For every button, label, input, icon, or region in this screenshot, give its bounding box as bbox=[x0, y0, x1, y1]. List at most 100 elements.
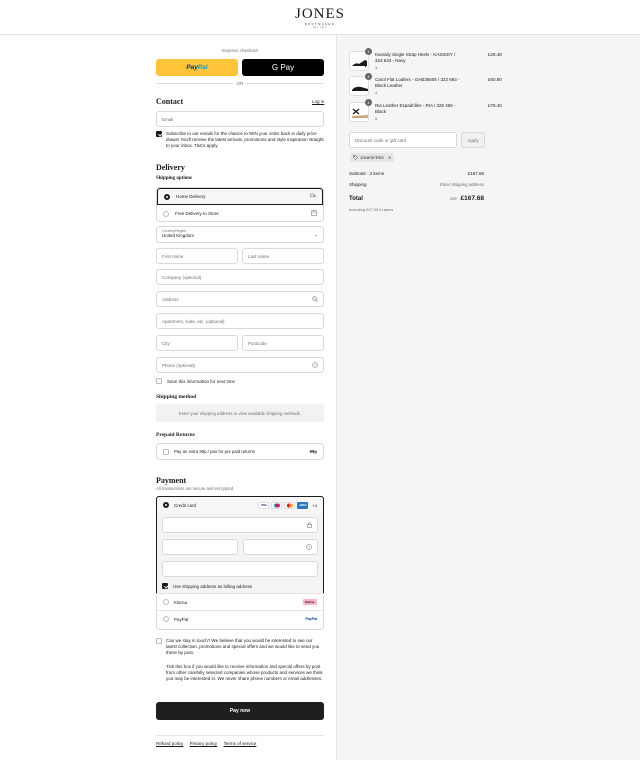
prepaid-returns-price: 99p bbox=[309, 449, 317, 454]
privacy-policy-link[interactable]: Privacy policy bbox=[190, 741, 218, 746]
first-name-field[interactable]: First name bbox=[156, 248, 238, 264]
billing-same-row: Use shipping address as billing address bbox=[162, 583, 252, 589]
product-size: 3 bbox=[375, 65, 378, 70]
option-home-delivery[interactable]: Home Delivery bbox=[157, 188, 323, 205]
discount-tag: JONESFREE ✕ bbox=[350, 153, 395, 162]
store-icon bbox=[311, 209, 317, 218]
country-select[interactable]: Country/Region United Kingdom ⌄ bbox=[156, 226, 324, 243]
delivery-title: Delivery bbox=[156, 163, 185, 172]
paypal-text-b: Pal bbox=[197, 64, 208, 71]
postcode-field[interactable]: Postcode bbox=[242, 335, 324, 351]
contact-title: Contact bbox=[156, 97, 184, 106]
name-on-card-field[interactable] bbox=[162, 561, 318, 577]
save-info-checkbox[interactable] bbox=[156, 378, 162, 384]
credit-card-radio[interactable] bbox=[163, 502, 169, 508]
more-cards-label: +4 bbox=[312, 502, 317, 508]
subtotal-label: Subtotal · 3 items bbox=[349, 171, 385, 176]
last-name-field[interactable]: Last name bbox=[242, 248, 324, 264]
product-name: Kassidy Single Strap Heels - KASSIDY / 3… bbox=[375, 52, 456, 63]
terms-of-service-link[interactable]: Terms of service bbox=[224, 741, 257, 746]
billing-same-checkbox[interactable] bbox=[162, 583, 168, 589]
prepaid-returns-title: Prepaid Returns bbox=[156, 432, 195, 438]
discount-code-field[interactable]: Discount code or gift card bbox=[349, 132, 457, 148]
shipping-options-title: Shipping options bbox=[156, 176, 192, 181]
card-logos: VISA AMEX +4 bbox=[258, 501, 317, 509]
store-delivery-label: Free Delivery to Store bbox=[175, 211, 219, 216]
pay-now-button[interactable]: Pay now bbox=[156, 702, 324, 720]
paypal-label: PayPal bbox=[174, 616, 189, 622]
site-header: JONES BOOTMAKER EST. 1857 bbox=[0, 0, 640, 35]
refund-policy-link[interactable]: Refund policy bbox=[156, 741, 183, 746]
product-price: £78.40 bbox=[488, 103, 502, 108]
footer-links: Refund policy Privacy policy Terms of se… bbox=[156, 741, 261, 747]
city-field[interactable]: City bbox=[156, 335, 238, 351]
payment-subtitle: All transactions are secure and encrypte… bbox=[156, 486, 235, 491]
phone-field[interactable]: Phone (optional) ? bbox=[156, 357, 324, 373]
consent-row-1: Can we stay in touch? We believe that yo… bbox=[156, 638, 324, 656]
paypal-express-button[interactable]: Pay Pal bbox=[156, 59, 238, 76]
card-number-field[interactable] bbox=[162, 517, 318, 533]
paypal-text-a: Pay bbox=[186, 64, 198, 71]
card-form: ? Use shipping address as billing addres… bbox=[156, 513, 324, 593]
country-value: United Kingdom bbox=[162, 233, 195, 238]
credit-card-option[interactable]: Credit card VISA AMEX +4 bbox=[156, 496, 324, 514]
product-size: 5 bbox=[375, 116, 378, 121]
home-delivery-label: Home Delivery bbox=[176, 194, 206, 199]
login-link[interactable]: Log in bbox=[312, 99, 324, 104]
mastercard-icon bbox=[284, 501, 296, 509]
gpay-express-button[interactable]: G Pay bbox=[242, 59, 324, 76]
paypal-radio[interactable] bbox=[163, 616, 169, 622]
paypal-option[interactable]: PayPal PayPal bbox=[157, 610, 323, 627]
svg-text:?: ? bbox=[314, 363, 316, 367]
subtotal-value: £167.68 bbox=[467, 171, 484, 176]
apartment-field[interactable]: Apartment, suite, etc. (optional) bbox=[156, 313, 324, 329]
shipping-value: Enter shipping address bbox=[440, 182, 484, 187]
total-value: £167.68 bbox=[460, 195, 485, 202]
expiry-field[interactable] bbox=[162, 539, 238, 555]
store-delivery-radio[interactable] bbox=[163, 210, 169, 217]
save-info-label: Save this information for next time bbox=[167, 378, 236, 384]
total-amount: GBP £167.68 bbox=[424, 195, 484, 202]
truck-icon bbox=[310, 193, 316, 200]
discount-placeholder: Discount code or gift card bbox=[355, 137, 407, 143]
company-placeholder: Company (optional) bbox=[162, 274, 202, 280]
footer-divider bbox=[156, 735, 324, 736]
quantity-badge: 1 bbox=[365, 48, 372, 55]
apply-discount-button[interactable]: Apply bbox=[461, 132, 485, 148]
shipping-method-notice-text: Enter your shipping address to view avai… bbox=[178, 410, 302, 416]
line-item: 1 Ria Leather Espadrilles - RIA / 325 46… bbox=[349, 99, 485, 122]
company-field[interactable]: Company (optional) bbox=[156, 269, 324, 285]
search-icon bbox=[312, 296, 318, 303]
phone-placeholder: Phone (optional) bbox=[162, 362, 196, 368]
klarna-label: Klarna bbox=[174, 599, 188, 605]
paypal-badge: PayPal bbox=[305, 617, 317, 621]
svg-text:?: ? bbox=[308, 545, 310, 549]
city-placeholder: City bbox=[162, 340, 170, 346]
option-store-delivery[interactable]: Free Delivery to Store bbox=[157, 205, 323, 222]
klarna-radio[interactable] bbox=[163, 599, 169, 605]
product-price: £60.80 bbox=[488, 77, 502, 82]
prepaid-returns-option[interactable]: Pay an extra 99p / pair for pre paid ret… bbox=[156, 443, 324, 460]
credit-card-label: Credit card bbox=[174, 502, 197, 508]
email-field[interactable]: Email bbox=[156, 111, 324, 127]
amex-icon: AMEX bbox=[297, 501, 309, 509]
klarna-option[interactable]: Klarna Klarna. bbox=[157, 593, 323, 610]
cvv-help-icon[interactable]: ? bbox=[306, 544, 312, 551]
consent-checkbox-1[interactable] bbox=[156, 638, 162, 644]
prepaid-returns-checkbox[interactable] bbox=[163, 448, 169, 455]
express-checkout-label: Express checkout bbox=[222, 48, 258, 53]
address-field[interactable]: Address bbox=[156, 291, 324, 307]
consent-text-1: Can we stay in touch? We believe that yo… bbox=[166, 638, 320, 655]
home-delivery-radio[interactable] bbox=[164, 193, 170, 200]
save-info-row: Save this information for next time bbox=[156, 378, 235, 384]
security-code-field[interactable]: ? bbox=[243, 539, 318, 555]
or-divider: OR bbox=[156, 80, 324, 86]
address-placeholder: Address bbox=[162, 296, 179, 302]
product-name: Carol Flat Loafers - OAB36505 / 322 693 … bbox=[375, 77, 460, 88]
product-price: £28.48 bbox=[488, 52, 502, 57]
product-name: Ria Leather Espadrilles - RIA / 325 465 … bbox=[375, 103, 456, 114]
remove-discount-icon[interactable]: ✕ bbox=[388, 155, 391, 160]
help-icon[interactable]: ? bbox=[312, 362, 318, 369]
subscribe-checkbox[interactable] bbox=[156, 131, 162, 137]
jones-logo[interactable]: JONES BOOTMAKER EST. 1857 bbox=[0, 7, 640, 30]
